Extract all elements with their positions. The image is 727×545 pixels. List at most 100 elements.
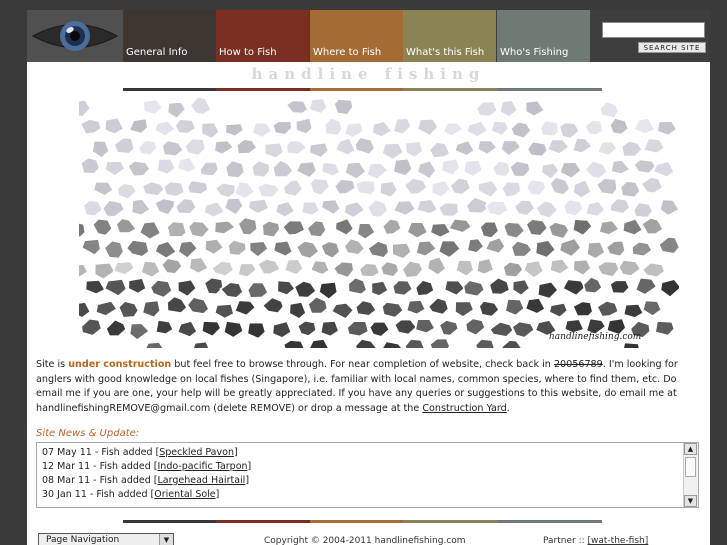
mosaic-tile xyxy=(378,180,399,199)
fish-link[interactable]: Speckled Pavon xyxy=(159,447,234,458)
mosaic-tile xyxy=(213,139,235,156)
mosaic-tile xyxy=(281,219,307,237)
mosaic-tile xyxy=(153,120,177,138)
mosaic-tile xyxy=(586,241,606,260)
mosaic-tile xyxy=(454,300,475,318)
news-scrollbar[interactable]: ▲ ▼ xyxy=(683,443,698,507)
under-construction-text: under construction xyxy=(68,359,172,370)
mosaic-tile xyxy=(639,176,664,195)
construction-yard-link[interactable]: Construction Yard xyxy=(422,403,506,414)
news-list[interactable]: 07 May 11 - Fish added [Speckled Pavon] … xyxy=(36,442,699,508)
nav-tab-how-to-fish[interactable]: How to Fish xyxy=(216,10,309,62)
copyright-text: Copyright © 2004-2011 handlinefishing.co… xyxy=(264,536,466,545)
fish-link[interactable]: Indo-pacific Tarpon xyxy=(158,461,248,472)
eye-logo-icon xyxy=(31,21,119,51)
partner-link[interactable]: [wat-the-fish] xyxy=(588,536,649,545)
mosaic-tile xyxy=(248,240,270,259)
mosaic-tile xyxy=(320,198,342,216)
mosaic-tile xyxy=(403,176,429,196)
mosaic-tile xyxy=(525,218,549,237)
mosaic-tile xyxy=(502,221,526,240)
mosaic-tile xyxy=(563,318,586,334)
site-logo[interactable] xyxy=(27,10,123,62)
mosaic-tile xyxy=(233,299,257,317)
mosaic-tile xyxy=(166,295,189,314)
mosaic-tile xyxy=(502,260,525,279)
search-input[interactable] xyxy=(602,22,705,38)
mosaic-tile xyxy=(595,300,620,318)
mosaic-tile xyxy=(381,142,405,161)
mosaic-tile xyxy=(509,120,533,140)
mosaic-tile xyxy=(426,255,447,277)
mosaic-tile xyxy=(203,238,225,256)
mosaic-tile xyxy=(295,160,318,179)
nav-tab-whos-fishing[interactable]: Who's Fishing xyxy=(497,10,590,62)
mosaic-tile xyxy=(306,219,328,238)
stripe xyxy=(310,88,403,91)
scroll-thumb[interactable] xyxy=(685,457,696,477)
mosaic-tile xyxy=(391,242,413,260)
mosaic-tile xyxy=(622,303,645,319)
mosaic-tile xyxy=(416,117,440,137)
mosaic-tile xyxy=(464,317,487,337)
mosaic-tile xyxy=(156,157,177,176)
mosaic-tile xyxy=(657,236,679,255)
mosaic-tile xyxy=(547,221,570,240)
page-navigation-select[interactable]: Page Navigation ▼ xyxy=(38,533,174,545)
scroll-up-arrow-icon[interactable]: ▲ xyxy=(684,443,697,455)
mosaic-tile xyxy=(222,320,245,339)
mosaic-tile xyxy=(356,222,377,241)
mosaic-tile xyxy=(401,259,424,279)
mosaic-tile xyxy=(596,140,619,157)
news-end: ] xyxy=(245,475,250,486)
nav-tab-whats-this-fish[interactable]: What's this Fish xyxy=(403,10,496,62)
fish-link[interactable]: Oriental Sole xyxy=(154,489,215,500)
mosaic-tile xyxy=(293,280,318,299)
mosaic-tile xyxy=(620,139,644,158)
fish-link[interactable]: Largehead Hairtail xyxy=(158,475,246,486)
mosaic-tile xyxy=(477,179,500,199)
mosaic-tile xyxy=(558,121,581,140)
mosaic-tile xyxy=(177,240,199,260)
mosaic-tile xyxy=(608,117,630,136)
mosaic-tile xyxy=(79,98,92,118)
mosaic-tile xyxy=(449,176,472,196)
search-button[interactable]: Search Site xyxy=(638,42,706,53)
mosaic-tile xyxy=(200,320,222,338)
mosaic-tile xyxy=(511,278,531,297)
mosaic-tile xyxy=(138,220,162,241)
mosaic-tile xyxy=(484,236,507,255)
title-band: handline fishing xyxy=(27,62,710,91)
mosaic-tile xyxy=(404,140,424,159)
mosaic-tile xyxy=(80,317,103,337)
mosaic-tile xyxy=(276,279,297,296)
mosaic-tile xyxy=(272,239,294,258)
nav-tab-general-info[interactable]: General Info xyxy=(123,10,216,62)
mosaic-tile xyxy=(323,116,344,137)
mosaic-tile xyxy=(80,238,102,257)
chevron-down-icon: ▼ xyxy=(159,534,173,545)
nav-tab-where-to-fish[interactable]: Where to Fish xyxy=(310,10,403,62)
mosaic-tile xyxy=(368,321,391,338)
mosaic-tile xyxy=(510,320,536,339)
mosaic-tile xyxy=(271,159,295,178)
stripe xyxy=(310,520,403,523)
mosaic-tile xyxy=(117,300,140,319)
nav-tab-label: Where to Fish xyxy=(313,47,382,58)
mosaic-tile xyxy=(546,138,571,155)
mosaic-tile xyxy=(617,259,642,277)
mosaic-tile xyxy=(79,222,87,239)
mosaic-tile xyxy=(139,260,162,279)
mosaic-tile xyxy=(354,338,378,348)
list-item: 30 Jan 11 - Fish added [Oriental Sole] xyxy=(42,489,219,500)
mosaic-tile xyxy=(441,121,465,138)
mosaic-tile xyxy=(500,180,522,199)
mosaic-tile xyxy=(526,140,549,158)
mosaic-tile xyxy=(535,199,559,220)
mosaic-tile xyxy=(332,98,354,116)
scroll-down-arrow-icon[interactable]: ▼ xyxy=(684,495,697,507)
mosaic-tile xyxy=(112,136,136,155)
mosaic-tile xyxy=(103,278,128,298)
mosaic-tile xyxy=(595,177,618,196)
mosaic-tile xyxy=(525,178,547,197)
